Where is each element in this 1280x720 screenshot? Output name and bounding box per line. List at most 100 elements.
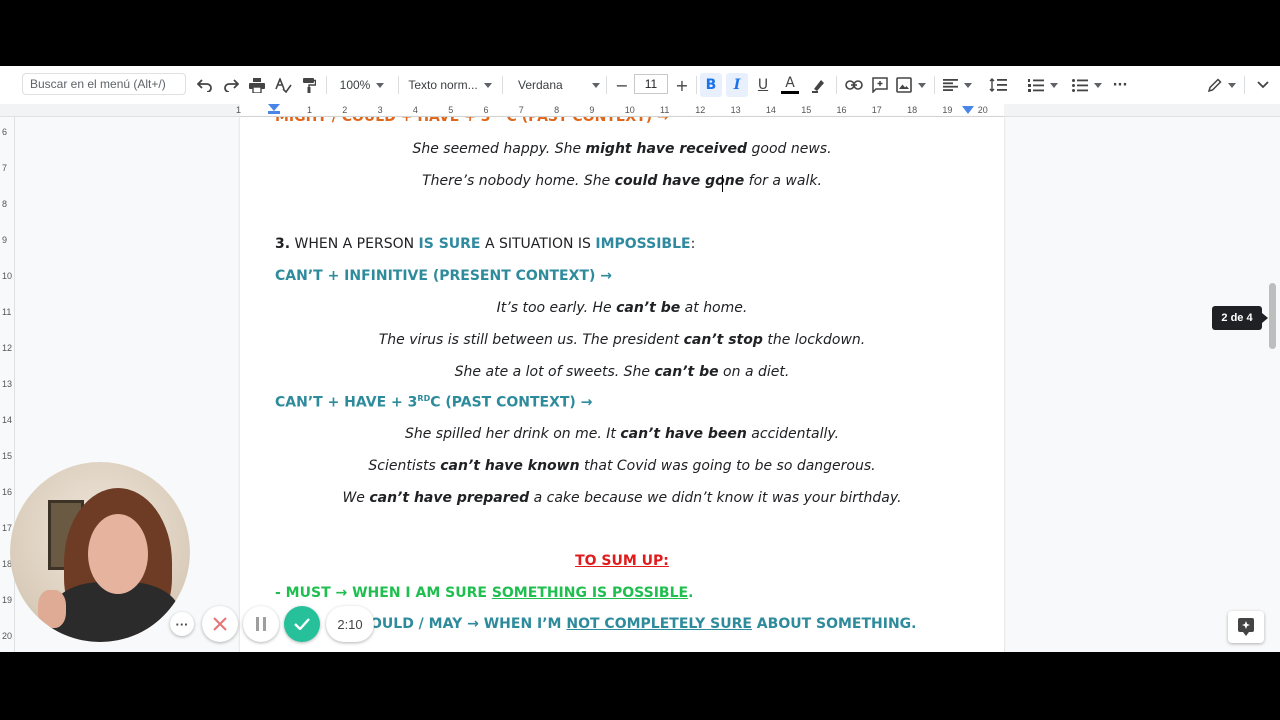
toolbar-separator <box>502 76 503 94</box>
webcam-video-bubble[interactable] <box>10 462 190 642</box>
underline-button[interactable]: U <box>752 66 774 104</box>
explore-button[interactable] <box>1228 611 1264 643</box>
scrollbar-thumb[interactable] <box>1269 283 1276 349</box>
vertical-ruler-number: 9 <box>2 235 8 245</box>
text-color-button[interactable]: A <box>778 66 802 104</box>
sentence-bold-verb: can’t have known <box>440 458 580 474</box>
zoom-dropdown[interactable]: 100% <box>334 66 390 104</box>
collapse-menus-icon[interactable] <box>1252 66 1274 104</box>
ruler-number: 8 <box>554 105 560 115</box>
font-family-dropdown[interactable]: Verdana <box>510 66 602 104</box>
toolbar-separator <box>934 76 935 94</box>
chevron-down-icon <box>483 82 492 88</box>
recorder-pause-button[interactable] <box>243 606 279 642</box>
example-sentence: She seemed happy. She might have receive… <box>240 141 1004 157</box>
ruler-number: 3 <box>377 105 383 115</box>
sentence-text: We <box>342 490 370 506</box>
sentence-text: She seemed happy. She <box>412 141 586 157</box>
paint-format-icon[interactable] <box>298 66 320 104</box>
insert-image-icon[interactable] <box>894 66 928 104</box>
sentence-text: a cake because we didn’t know it was you… <box>529 490 902 506</box>
insert-link-icon[interactable] <box>842 66 866 104</box>
italic-button[interactable]: I <box>726 73 748 97</box>
font-family-value: Verdana <box>518 78 563 92</box>
recorder-cancel-button[interactable] <box>202 606 238 642</box>
summary-underlined: NOT COMPLETELY SURE <box>566 616 752 632</box>
vertical-ruler-number: 10 <box>2 271 13 281</box>
chevron-down-icon <box>1094 82 1102 88</box>
vertical-ruler-number: 12 <box>2 343 13 353</box>
vertical-ruler-number: 15 <box>2 451 13 461</box>
close-icon <box>213 617 227 631</box>
ruler-number: 15 <box>801 105 812 115</box>
vertical-ruler-number: 19 <box>2 595 13 605</box>
cant-infinitive-heading: CAN’T + INFINITIVE (PRESENT CONTEXT) → <box>275 268 612 284</box>
horizontal-ruler[interactable]: 1 1 2 3 4 5 6 7 8 9 10 11 12 13 14 15 16 17 18 19 20 <box>0 104 1280 117</box>
editing-mode-icon[interactable] <box>1204 66 1240 104</box>
numbered-list-icon[interactable] <box>1024 66 1062 104</box>
align-left-icon[interactable] <box>940 66 974 104</box>
font-size-input[interactable]: 11 <box>634 74 668 94</box>
sentence-text: She spilled her drink on me. It <box>404 426 621 442</box>
chevron-down-icon <box>918 82 926 88</box>
sentence-text: on a diet. <box>718 364 790 380</box>
more-options-button[interactable]: ··· <box>1108 66 1132 104</box>
ruler-number: 5 <box>448 105 454 115</box>
increase-font-size-button[interactable]: + <box>672 66 692 104</box>
sentence-bold-verb: can’t be <box>616 300 681 316</box>
vertical-ruler-number: 13 <box>2 379 13 389</box>
section-text: : <box>690 236 696 252</box>
left-indent-marker-icon[interactable] <box>268 104 280 114</box>
ruler-number: 9 <box>589 105 595 115</box>
section-text: WHEN A PERSON <box>290 236 419 252</box>
line-spacing-icon[interactable] <box>984 66 1012 104</box>
example-sentence: She ate a lot of sweets. She can’t be on… <box>240 364 1004 380</box>
section-text: A SITUATION IS <box>480 236 596 252</box>
ruler-number: 10 <box>624 105 635 115</box>
ruler-number: 17 <box>871 105 882 115</box>
sentence-text: There’s nobody home. She <box>422 173 615 189</box>
section-highlight: IS SURE <box>418 236 481 252</box>
paragraph-style-dropdown[interactable]: Texto norm... <box>404 66 496 104</box>
sentence-bold-verb: can’t be <box>654 364 719 380</box>
ruler-number: 19 <box>942 105 953 115</box>
decrease-font-size-button[interactable]: − <box>612 66 632 104</box>
recorder-timer: 2:10 <box>326 606 374 642</box>
toolbar-separator <box>398 76 399 94</box>
cut-off-heading: MIGHT / COULD + HAVE + 3ʳᵈ C (PAST CONTE… <box>275 117 669 125</box>
chevron-down-icon <box>963 82 972 88</box>
heading-superscript: RD <box>417 394 431 403</box>
vertical-scrollbar[interactable] <box>1266 117 1280 652</box>
pause-icon <box>256 617 266 631</box>
sentence-bold-verb: can’t have prepared <box>369 490 530 506</box>
ruler-number: 20 <box>977 105 988 115</box>
recorder-more-button[interactable]: ··· <box>170 612 194 636</box>
zoom-value: 100% <box>339 78 371 92</box>
sentence-bold-verb: can’t stop <box>683 332 763 348</box>
vertical-ruler-number: 7 <box>2 163 8 173</box>
right-indent-marker-icon[interactable] <box>962 106 974 114</box>
paragraph-style-value: Texto norm... <box>408 78 478 92</box>
print-icon[interactable] <box>246 66 268 104</box>
sentence-text: She ate a lot of sweets. She <box>454 364 655 380</box>
highlight-color-icon[interactable] <box>806 66 830 104</box>
vertical-ruler-number: 16 <box>2 487 13 497</box>
menu-search-input[interactable]: Buscar en el menú (Alt+/) <box>22 73 186 95</box>
bulleted-list-icon[interactable] <box>1068 66 1106 104</box>
spellcheck-icon[interactable] <box>272 66 294 104</box>
vertical-ruler-number: 14 <box>2 415 13 425</box>
example-sentence: It’s too early. He can’t be at home. <box>240 300 1004 316</box>
section-highlight: IMPOSSIBLE <box>595 236 691 252</box>
recorder-finish-button[interactable] <box>284 606 320 642</box>
sentence-text: that Covid was going to be so dangerous. <box>579 458 876 474</box>
document-page[interactable]: MIGHT / COULD + HAVE + 3ʳᵈ C (PAST CONTE… <box>240 117 1004 652</box>
chevron-down-icon <box>1228 82 1236 88</box>
vertical-ruler-number: 6 <box>2 127 8 137</box>
toolbar-separator <box>326 76 327 94</box>
undo-icon[interactable] <box>194 66 216 104</box>
redo-icon[interactable] <box>220 66 242 104</box>
example-sentence: There’s nobody home. She could have gone… <box>240 173 1004 189</box>
sentence-bold-verb: could have gone <box>614 173 745 189</box>
bold-button[interactable]: B <box>700 73 722 97</box>
add-comment-icon[interactable] <box>868 66 892 104</box>
